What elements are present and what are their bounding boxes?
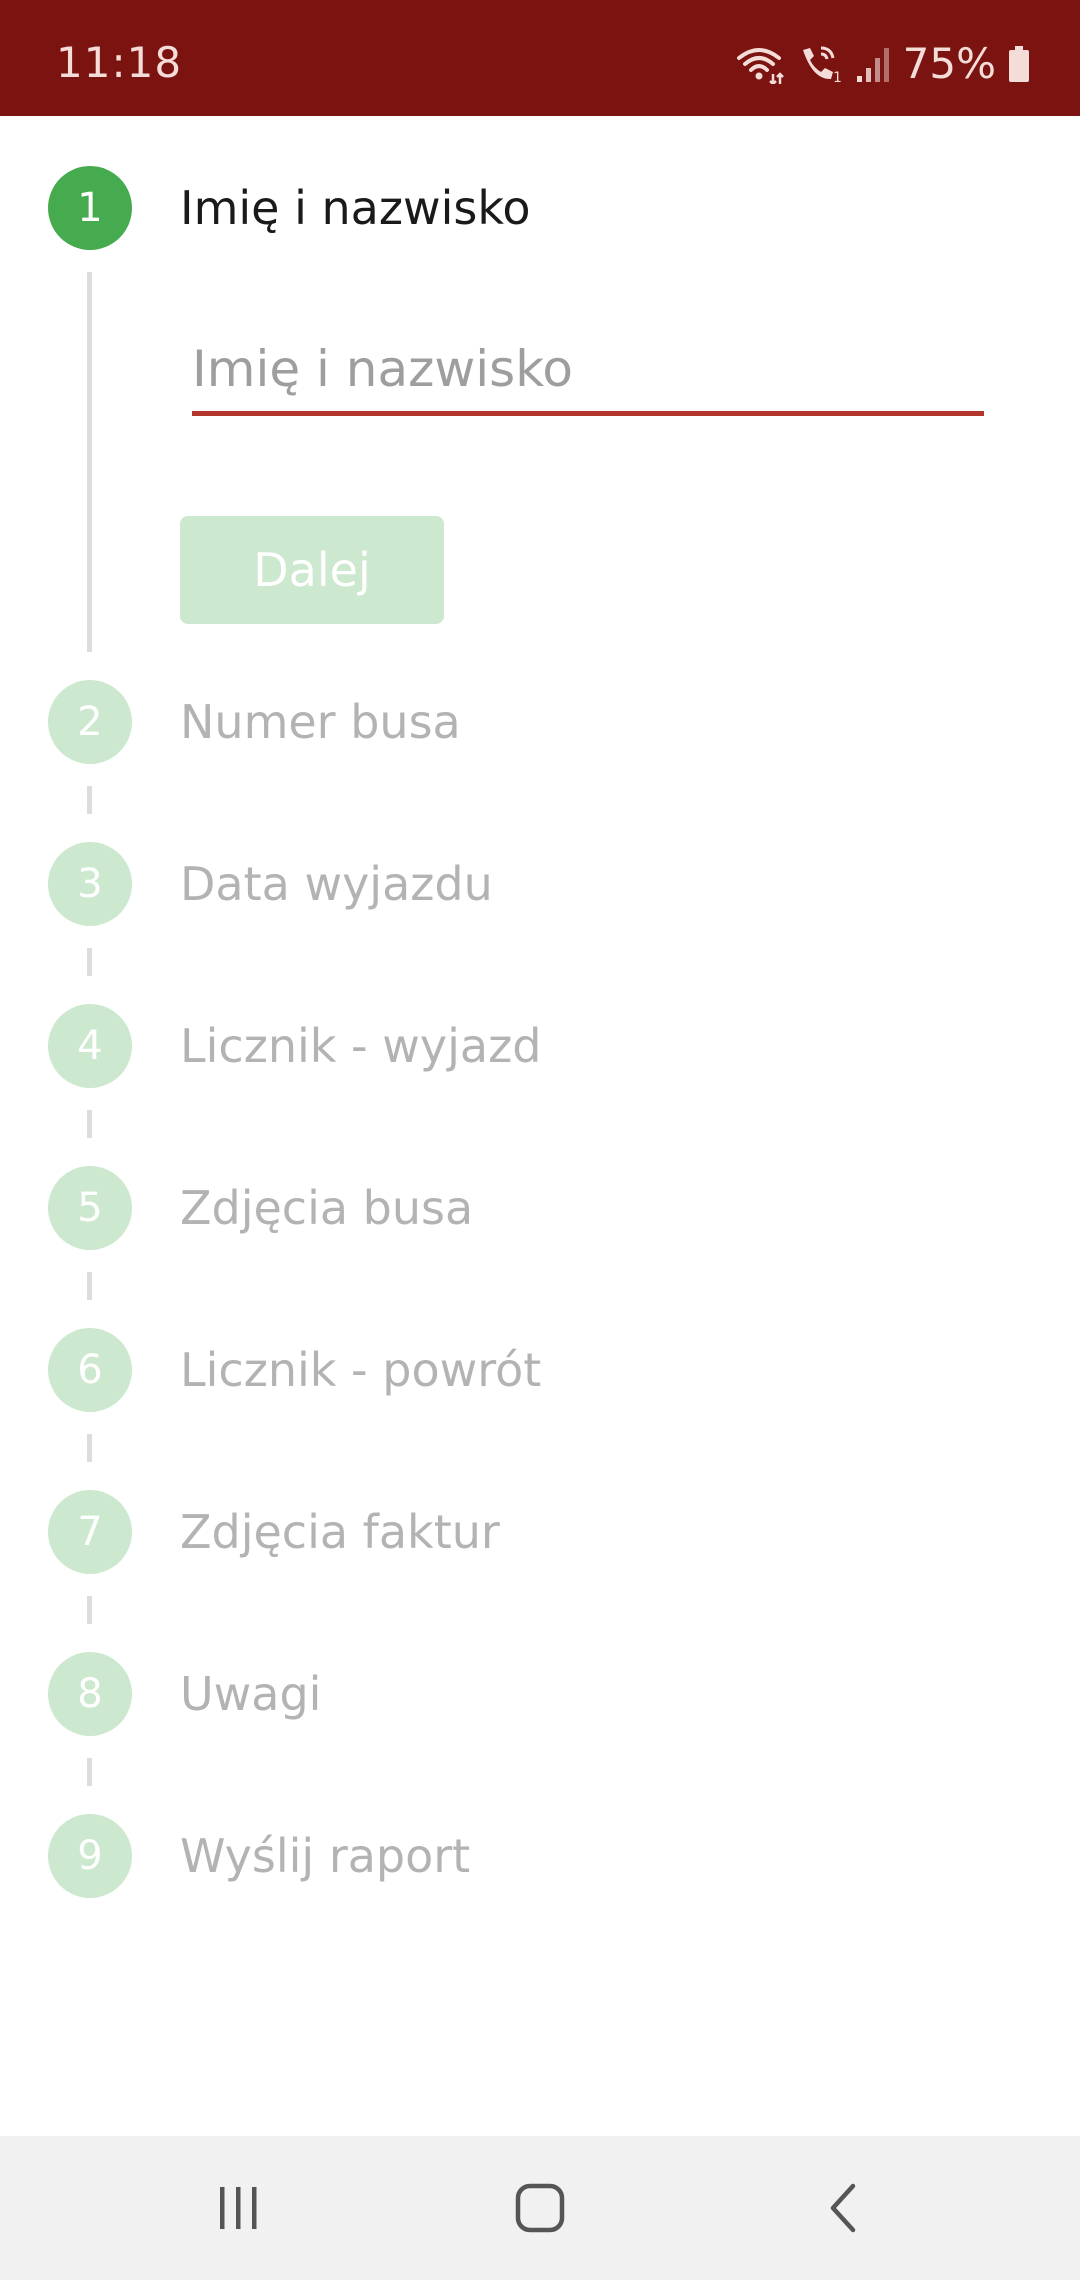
step-3-title[interactable]: Data wyjazdu [180, 842, 493, 926]
back-icon[interactable] [783, 2166, 903, 2250]
step-9-title[interactable]: Wyślij raport [180, 1814, 470, 1898]
step-5-number: 5 [77, 1185, 103, 1231]
step-6-number: 6 [77, 1347, 103, 1393]
signal-icon [855, 44, 891, 84]
step-3-number: 3 [77, 861, 103, 907]
step-5-connector [87, 1272, 92, 1300]
battery-icon [1008, 44, 1030, 84]
step-3-circle[interactable]: 3 [48, 842, 132, 926]
step-8-title[interactable]: Uwagi [180, 1652, 321, 1736]
home-icon[interactable] [480, 2166, 600, 2250]
recent-apps-icon[interactable] [179, 2166, 299, 2250]
name-input[interactable] [192, 332, 984, 416]
step-1-title[interactable]: Imię i nazwisko [180, 166, 530, 250]
step-2-connector [87, 786, 92, 814]
step-8-circle[interactable]: 8 [48, 1652, 132, 1736]
status-icons: 1 75% [735, 40, 1030, 88]
step-5-circle[interactable]: 5 [48, 1166, 132, 1250]
step-7-number: 7 [77, 1509, 103, 1555]
step-4-circle[interactable]: 4 [48, 1004, 132, 1088]
next-button[interactable]: Dalej [180, 516, 444, 624]
step-7-circle[interactable]: 7 [48, 1490, 132, 1574]
step-2-circle[interactable]: 2 [48, 680, 132, 764]
step-4-connector [87, 1110, 92, 1138]
step-9-number: 9 [77, 1833, 103, 1879]
battery-percent: 75% [902, 39, 996, 88]
step-6-circle[interactable]: 6 [48, 1328, 132, 1412]
wifi-calling-icon: 1 [797, 44, 843, 84]
step-1-number: 1 [77, 185, 103, 231]
status-bar: 11:18 1 75% [0, 0, 1080, 116]
step-2-title[interactable]: Numer busa [180, 680, 461, 764]
navigation-bar [0, 2136, 1080, 2280]
step-6-title[interactable]: Licznik - powrót [180, 1328, 541, 1412]
step-1-connector [87, 272, 92, 652]
step-8-connector [87, 1758, 92, 1786]
svg-text:1: 1 [833, 70, 842, 84]
step-3-connector [87, 948, 92, 976]
wifi-icon [735, 44, 785, 84]
step-8-number: 8 [77, 1671, 103, 1717]
step-7-connector [87, 1596, 92, 1624]
status-time: 11:18 [56, 38, 183, 87]
report-stepper: 1 Imię i nazwisko Dalej 2 Numer busa 3 D… [0, 116, 1080, 2136]
step-4-number: 4 [77, 1023, 103, 1069]
step-4-title[interactable]: Licznik - wyjazd [180, 1004, 541, 1088]
step-5-title[interactable]: Zdjęcia busa [180, 1166, 473, 1250]
step-1-circle[interactable]: 1 [48, 166, 132, 250]
step-2-number: 2 [77, 699, 103, 745]
step-6-connector [87, 1434, 92, 1462]
step-7-title[interactable]: Zdjęcia faktur [180, 1490, 500, 1574]
step-9-circle[interactable]: 9 [48, 1814, 132, 1898]
